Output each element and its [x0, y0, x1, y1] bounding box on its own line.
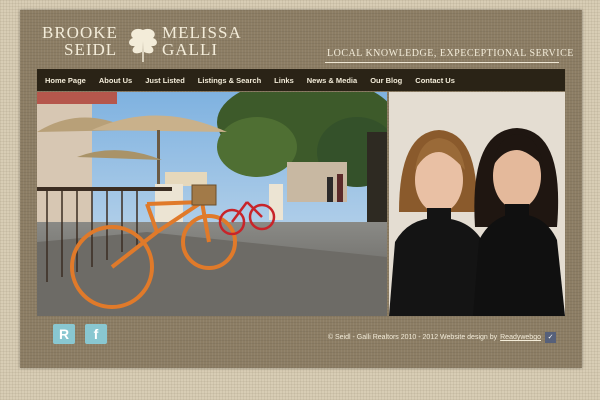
designer-link[interactable]: Readywebgo — [500, 334, 541, 341]
nav-contact-us[interactable]: Contact Us — [415, 76, 455, 85]
readywebgo-icon[interactable]: ✓ — [545, 332, 556, 343]
copyright-notice: © Seidl - Galli Realtors 2010 - 2012 Web… — [328, 332, 556, 343]
facebook-icon[interactable]: f — [85, 324, 107, 344]
logo-text-seidl: SEIDL — [64, 40, 118, 59]
nav-about-us[interactable]: About Us — [99, 76, 132, 85]
nav-our-blog[interactable]: Our Blog — [370, 76, 402, 85]
copyright-text: © Seidl - Galli Realtors 2010 - 2012 Web… — [327, 334, 498, 341]
nav-just-listed[interactable]: Just Listed — [145, 76, 185, 85]
nav-home[interactable]: Home Page — [45, 76, 86, 85]
nav-news-media[interactable]: News & Media — [307, 76, 357, 85]
oak-leaf-icon — [124, 22, 162, 64]
nav-listings-search[interactable]: Listings & Search — [198, 76, 261, 85]
tagline-divider — [325, 62, 559, 63]
logo-text-galli: GALLI — [162, 40, 218, 59]
site-logo[interactable]: BROOKE SEIDL MELISSA GALLI — [42, 24, 272, 74]
realtor-r-icon[interactable]: R — [53, 324, 75, 344]
page-frame: BROOKE SEIDL MELISSA GALLI LOCAL KNOWLED… — [20, 10, 582, 368]
tagline: LOCAL KNOWLEDGE, EXPECEPTIONAL SERVICE — [327, 48, 574, 59]
nav-links[interactable]: Links — [274, 76, 294, 85]
realtors-portrait-photo — [389, 92, 565, 316]
street-bicycles-photo — [37, 92, 387, 316]
main-nav: Home Page About Us Just Listed Listings … — [37, 69, 565, 91]
social-links: R f — [53, 324, 107, 344]
